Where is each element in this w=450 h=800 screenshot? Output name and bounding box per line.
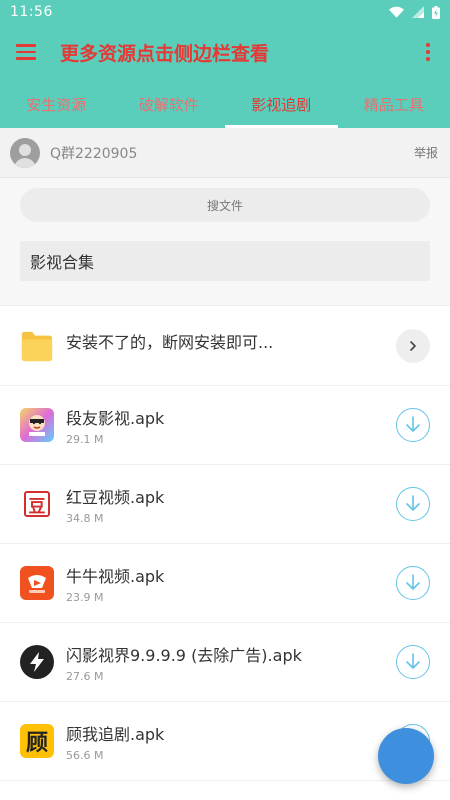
list-item-file[interactable]: 牛牛视频.apk 23.9 M xyxy=(0,544,450,623)
menu-icon[interactable] xyxy=(16,40,40,64)
avatar[interactable] xyxy=(10,137,40,168)
file-name: 牛牛视频.apk xyxy=(66,566,165,586)
guwo-icon-glyph: 顾 xyxy=(25,730,48,756)
status-bar: 11:56 xyxy=(0,0,450,24)
app-bar: 更多资源点击侧边栏查看 xyxy=(0,24,450,80)
file-name: 顾我追剧.apk xyxy=(66,724,165,744)
status-time: 11:56 xyxy=(10,4,53,20)
niuniu-app-icon xyxy=(20,566,54,600)
file-size: 29.1 M xyxy=(66,432,104,446)
tab-premium-tools[interactable]: 精品工具 xyxy=(338,80,450,128)
folder-item-name: 安装不了的，断网安装即可... xyxy=(66,332,274,352)
tab-cracked-software[interactable]: 破解软件 xyxy=(113,80,226,128)
signal-icon xyxy=(412,6,424,18)
search-input[interactable]: 搜文件 xyxy=(20,188,430,222)
tab-movies-tv[interactable]: 影视追剧 xyxy=(225,80,338,128)
chevron-right-icon[interactable] xyxy=(396,328,430,363)
list-item-file[interactable]: 段友影视.apk 29.1 M xyxy=(0,386,450,465)
folder-title: 影视合集 xyxy=(20,241,430,281)
file-size: 34.8 M xyxy=(66,511,104,525)
battery-icon xyxy=(432,5,440,19)
file-name: 段友影视.apk xyxy=(66,408,165,428)
wifi-icon xyxy=(389,6,404,18)
lightning-app-icon xyxy=(20,645,54,679)
tab-anshen-resources[interactable]: 安生资源 xyxy=(0,80,113,128)
floating-action-button[interactable] xyxy=(378,728,434,784)
file-name: 闪影视界9.9.9.9 (去除广告).apk xyxy=(66,645,302,665)
list-item-file[interactable]: 豆 红豆视频.apk 34.8 M xyxy=(0,465,450,544)
hongdou-app-icon: 豆 xyxy=(20,487,54,521)
more-options-icon[interactable] xyxy=(416,40,440,64)
download-icon[interactable] xyxy=(396,645,430,679)
download-icon[interactable] xyxy=(396,408,430,442)
duanyou-app-icon xyxy=(20,408,54,442)
list-item-folder[interactable]: 安装不了的，断网安装即可... xyxy=(0,306,450,386)
hongdou-icon-glyph: 豆 xyxy=(24,491,50,517)
status-icons xyxy=(389,5,440,19)
file-size: 23.9 M xyxy=(66,590,104,604)
app-title: 更多资源点击侧边栏查看 xyxy=(60,42,270,65)
guwo-app-icon: 顾 xyxy=(20,724,54,758)
file-name: 红豆视频.apk xyxy=(66,487,165,507)
username: Q群2220905 xyxy=(50,145,138,162)
list-item-file[interactable]: 闪影视界9.9.9.9 (去除广告).apk 27.6 M xyxy=(0,623,450,702)
folder-icon xyxy=(20,329,54,363)
download-icon[interactable] xyxy=(396,566,430,600)
file-size: 27.6 M xyxy=(66,669,104,683)
file-list: 安装不了的，断网安装即可... 段友影视.apk 29.1 M 豆 红豆视频.a… xyxy=(0,306,450,781)
report-button[interactable]: 举报 xyxy=(414,144,438,161)
user-row: Q群2220905 举报 xyxy=(0,128,450,178)
tab-bar: 安生资源 破解软件 影视追剧 精品工具 xyxy=(0,80,450,128)
download-icon[interactable] xyxy=(396,487,430,521)
folder-header: 搜文件 影视合集 xyxy=(0,178,450,306)
file-size: 56.6 M xyxy=(66,748,104,762)
